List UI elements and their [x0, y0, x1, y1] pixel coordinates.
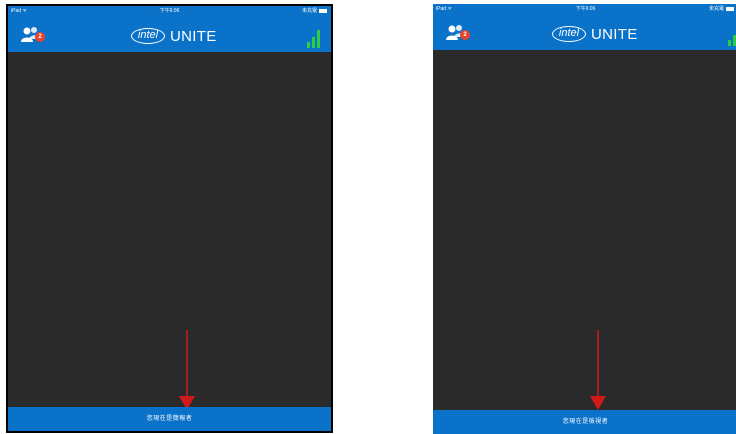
role-status-bar: 您現在是簡報者 [8, 407, 331, 431]
red-down-arrow-icon [590, 330, 606, 410]
presenter-screen: iPad ᯤ 下午6:06 未充電 2 intel UNITE 您現在是簡報者 [6, 4, 333, 433]
status-bar: iPad ᯤ 下午6:06 未充電 [8, 6, 331, 16]
intel-logo: intel [131, 28, 165, 44]
intel-unite-logo: intel UNITE [131, 26, 217, 46]
battery-status: 未充電 [302, 6, 327, 16]
participants-button[interactable]: 2 [21, 26, 47, 46]
product-name: UNITE [170, 27, 217, 45]
signal-strength-icon[interactable] [728, 28, 736, 46]
participants-button[interactable]: 2 [446, 24, 472, 44]
intel-logo: intel [552, 26, 586, 42]
battery-icon [726, 6, 734, 11]
intel-unite-logo: intel UNITE [552, 24, 638, 44]
participant-count-badge: 2 [460, 30, 470, 40]
battery-icon [319, 8, 327, 13]
battery-label: 未充電 [301, 8, 317, 14]
battery-label: 未充電 [708, 6, 724, 12]
status-time: 下午6:06 [575, 6, 596, 12]
participant-count-badge: 2 [35, 32, 45, 42]
status-bar: iPad ᯤ 下午6:06 未充電 [433, 4, 736, 14]
signal-strength-icon[interactable] [307, 30, 321, 48]
status-time: 下午6:06 [159, 8, 180, 14]
product-name: UNITE [591, 25, 638, 43]
viewer-screen: iPad ᯤ 下午6:06 未充電 2 intel UNITE 您現在是檢視者 [433, 4, 736, 434]
app-header: iPad ᯤ 下午6:06 未充電 2 intel UNITE [8, 6, 331, 52]
red-down-arrow-icon [179, 330, 195, 410]
app-header: iPad ᯤ 下午6:06 未充電 2 intel UNITE [433, 4, 736, 50]
role-status-bar: 您現在是檢視者 [433, 410, 736, 434]
battery-status: 未充電 [709, 4, 734, 14]
